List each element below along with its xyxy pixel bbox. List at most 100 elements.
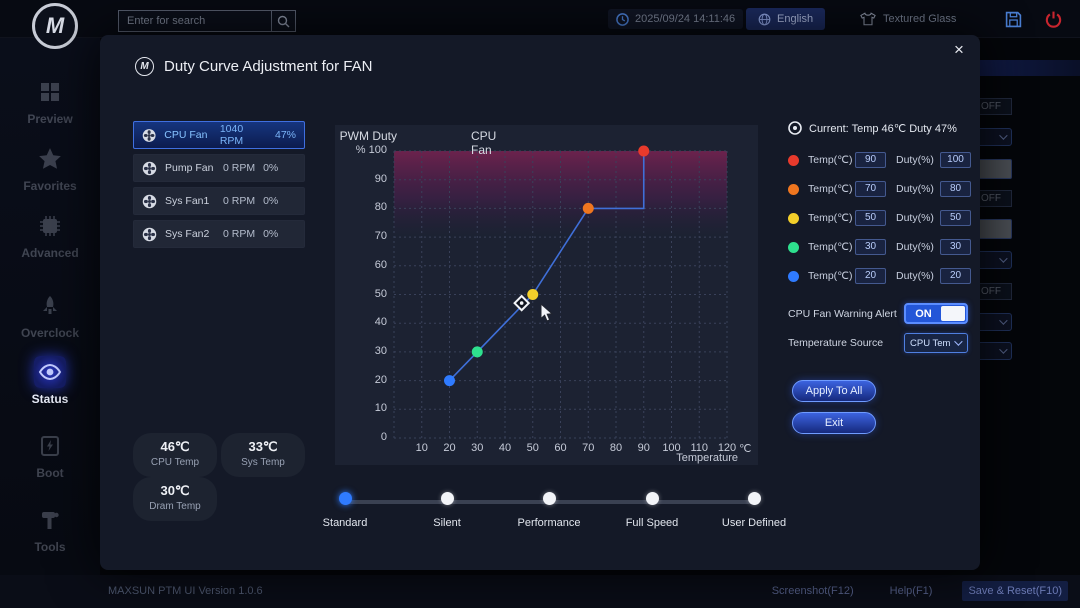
background-dropdown[interactable] [980,342,1012,360]
language-selector[interactable]: English [746,8,825,30]
sidebar-item-overclock[interactable]: Overclock [0,290,100,340]
star-icon [34,143,66,175]
chevron-down-icon [999,345,1007,353]
mode-dot[interactable] [543,492,556,505]
background-off-toggle[interactable]: OFF [980,190,1012,207]
mode-dot[interactable] [339,492,352,505]
save-reset-link[interactable]: Save & Reset(F10) [962,581,1068,601]
fan-curve-canvas[interactable] [335,125,758,465]
screenshot-link[interactable]: Screenshot(F12) [766,581,860,601]
help-link[interactable]: Help(F1) [884,581,939,601]
chip-icon [34,210,66,242]
theme-selector[interactable]: Textured Glass [860,8,956,30]
fan-rpm: 1040 RPM [220,123,267,147]
grid-icon [34,76,66,108]
power-button[interactable] [1043,9,1063,29]
temp-label: Temp(℃) [808,241,855,253]
temp-label: Temp(℃) [808,270,855,282]
curve-point[interactable] [444,375,455,386]
warning-alert-toggle[interactable]: ON [904,303,968,324]
sidebar-item-favorites[interactable]: Favorites [0,143,100,193]
curve-point-row: Temp(℃) 70 Duty(%) 80 [788,179,971,199]
mode-label: User Defined [709,517,799,529]
fan-mode-slider: Standard Silent Performance Full Speed U… [325,490,885,540]
cpu-temp-label: CPU Temp [133,457,217,468]
search-input[interactable] [118,10,272,32]
apply-to-all-button[interactable]: Apply To All [792,380,876,402]
sidebar-label: Status [0,392,100,406]
background-field[interactable] [980,159,1012,179]
temp-source-row: Temperature Source CPU Tem [788,333,968,353]
floppy-icon [1005,11,1022,28]
duty-input[interactable]: 80 [940,181,971,197]
curve-point[interactable] [472,346,483,357]
curve-point-row: Temp(℃) 90 Duty(%) 100 [788,150,971,170]
tools-icon [34,504,66,536]
warning-band [394,151,727,237]
sidebar-item-tools[interactable]: Tools [0,504,100,554]
background-off-toggle[interactable]: OFF [980,283,1012,300]
fan-name: CPU Fan [164,129,212,141]
temp-label: Temp(℃) [808,154,855,166]
background-dropdown[interactable] [980,313,1012,331]
temp-source-dropdown[interactable]: CPU Tem [904,333,968,353]
fan-row-pump-fan[interactable]: Pump Fan 0 RPM 0% [133,154,305,182]
background-field[interactable] [980,219,1012,239]
mode-dot[interactable] [441,492,454,505]
background-dropdown[interactable] [980,251,1012,269]
fan-row-sys-fan2[interactable]: Sys Fan2 0 RPM 0% [133,220,305,248]
y-tick-label: 80 [337,201,387,213]
x-tick-label: 10 [409,442,435,454]
fan-curve-chart[interactable]: PWM Duty CPU Fan % 100908070605040302010… [335,125,758,465]
point-color-dot [788,213,799,224]
sys-temp-card: 33℃ Sys Temp [221,433,305,477]
sidebar-item-status[interactable]: Status [0,356,100,406]
duty-label: Duty(%) [896,212,940,224]
point-color-dot [788,184,799,195]
fan-rpm: 0 RPM [223,228,255,240]
mode-standard: Standard [300,490,390,529]
version-text: MAXSUN PTM UI Version 1.0.6 [108,585,263,597]
close-icon[interactable]: × [946,37,972,63]
curve-point[interactable] [638,146,649,157]
mode-dot[interactable] [646,492,659,505]
duty-input[interactable]: 30 [940,239,971,255]
temp-input[interactable]: 50 [855,210,886,226]
fan-row-sys-fan1[interactable]: Sys Fan1 0 RPM 0% [133,187,305,215]
chevron-down-icon [999,254,1007,262]
background-off-toggle[interactable]: OFF [980,98,1012,115]
curve-point[interactable] [583,203,594,214]
temp-input[interactable]: 20 [855,268,886,284]
sidebar: Preview Favorites Advanced Overclock Sta… [0,38,100,575]
x-tick-label: 20 [437,442,463,454]
duty-input[interactable]: 20 [940,268,971,284]
x-axis-title: Temperature [676,452,738,464]
temp-input[interactable]: 70 [855,181,886,197]
fan-duty: 0% [263,162,278,174]
warning-alert-label: CPU Fan Warning Alert [788,308,897,320]
toggle-knob [941,306,965,321]
search-icon [277,15,290,28]
mode-performance: Performance [504,490,594,529]
temp-input[interactable]: 90 [855,152,886,168]
crosshair-icon [788,121,802,135]
top-bar: 2025/09/24 14:11:46 English Textured Gla… [0,0,1080,38]
duty-input[interactable]: 50 [940,210,971,226]
curve-point[interactable] [527,289,538,300]
mode-dot[interactable] [748,492,761,505]
datetime: 2025/09/24 14:11:46 [608,9,743,29]
duty-input[interactable]: 100 [940,152,971,168]
sidebar-item-advanced[interactable]: Advanced [0,210,100,260]
sidebar-item-preview[interactable]: Preview [0,76,100,126]
sidebar-item-boot[interactable]: Boot [0,430,100,480]
chevron-down-icon [999,316,1007,324]
search-button[interactable] [272,10,296,32]
save-button[interactable] [1003,9,1023,29]
background-dropdown[interactable] [980,128,1012,146]
sidebar-label: Overclock [0,326,100,340]
curve-point-row: Temp(℃) 20 Duty(%) 20 [788,266,971,286]
fan-row-cpu-fan[interactable]: CPU Fan 1040 RPM 47% [133,121,305,149]
fan-list: CPU Fan 1040 RPM 47% Pump Fan 0 RPM 0% S… [133,121,305,253]
exit-button[interactable]: Exit [792,412,876,434]
temp-input[interactable]: 30 [855,239,886,255]
